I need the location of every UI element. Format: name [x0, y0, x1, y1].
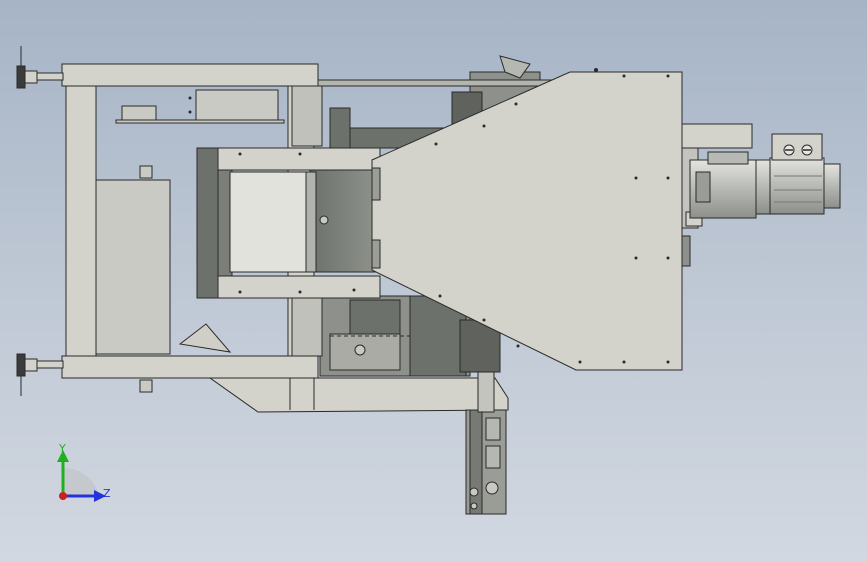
cad-viewport[interactable]: Y Z: [0, 0, 867, 562]
gearbox: [689, 151, 757, 219]
axis-z-label: Z: [103, 487, 111, 500]
machine-assembly-drawing: Y Z: [16, 46, 841, 515]
leveling-foot-icon-bottom: [16, 353, 64, 396]
axis-x-origin: [59, 492, 67, 500]
axis-y-label: Y: [58, 442, 66, 455]
feed-chamber: [229, 171, 329, 273]
electric-motor: [755, 133, 841, 215]
leveling-foot-icon-top: [16, 46, 64, 89]
lower-chute: [208, 377, 509, 413]
coordinate-triad: Y Z: [57, 442, 111, 502]
